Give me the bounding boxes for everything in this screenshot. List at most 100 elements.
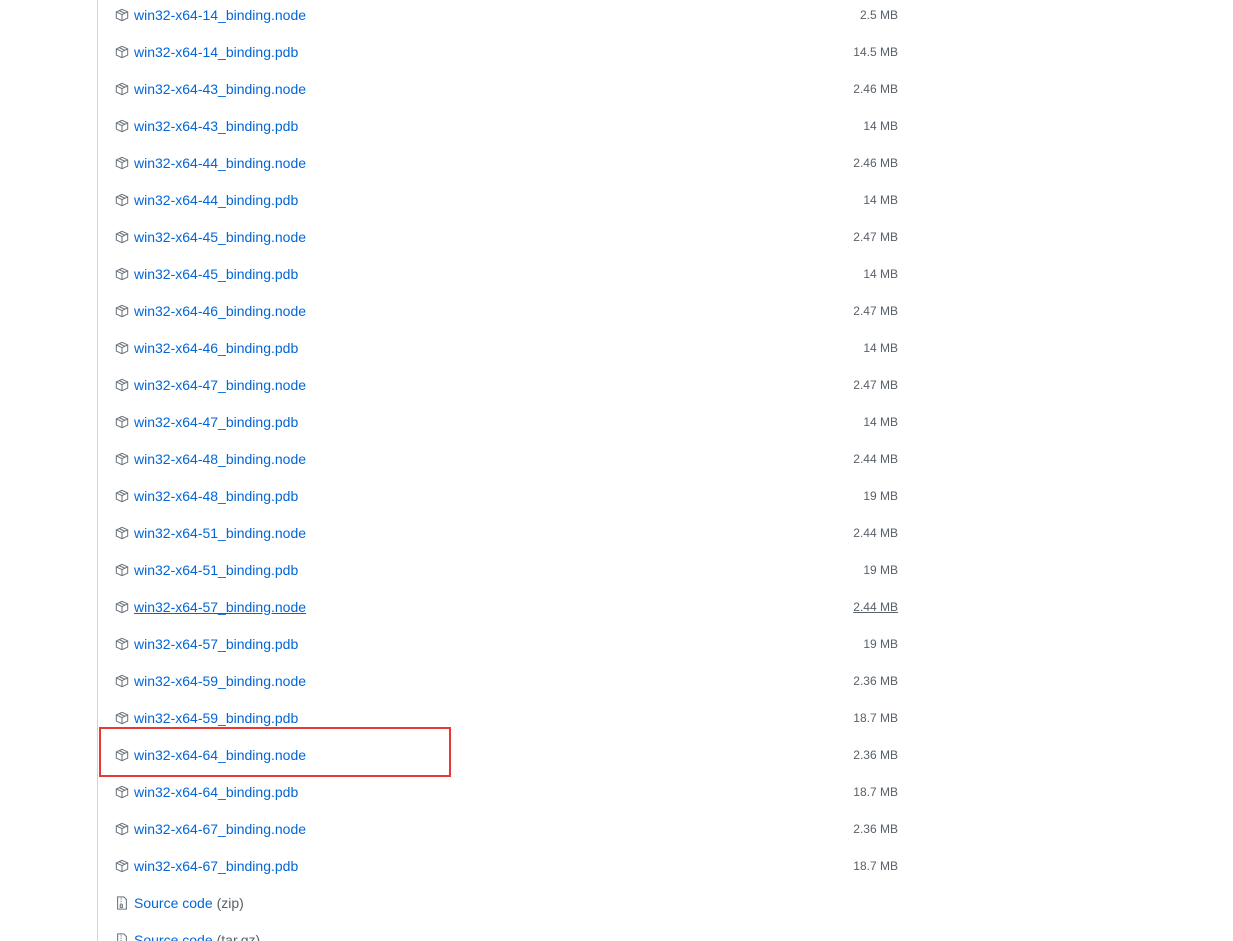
asset-name: win32-x64-46_binding.node — [134, 302, 307, 319]
asset-name: win32-x64-64_binding.node — [134, 746, 307, 763]
asset-name: win32-x64-48_binding.pdb — [134, 487, 299, 504]
asset-download-link[interactable]: win32-x64-59_binding.pdb — [114, 710, 298, 726]
asset-download-link[interactable]: win32-x64-14_binding.node — [114, 7, 306, 23]
asset-name: win32-x64-14_binding.node — [134, 6, 307, 23]
asset-name: win32-x64-51_binding.pdb — [134, 561, 299, 578]
asset-download-link[interactable]: win32-x64-67_binding.node — [114, 821, 306, 837]
asset-row: win32-x64-59_binding.node 2.36 MB — [114, 662, 898, 699]
asset-download-link[interactable]: win32-x64-47_binding.pdb — [114, 414, 298, 430]
package-icon — [114, 414, 130, 430]
package-icon — [114, 747, 130, 763]
asset-size: 2.47 MB — [853, 229, 898, 244]
package-icon — [114, 562, 130, 578]
source-code-row: Source code (zip) — [114, 884, 898, 921]
asset-download-link[interactable]: win32-x64-64_binding.pdb — [114, 784, 298, 800]
asset-size: 19 MB — [863, 488, 898, 503]
asset-size: 19 MB — [863, 562, 898, 577]
asset-download-link[interactable]: win32-x64-48_binding.node — [114, 451, 306, 467]
timeline-line — [97, 0, 98, 941]
asset-name: win32-x64-44_binding.node — [134, 154, 307, 171]
asset-size: 14 MB — [863, 340, 898, 355]
asset-name: win32-x64-43_binding.node — [134, 80, 307, 97]
asset-size: 2.36 MB — [853, 747, 898, 762]
assets-list: win32-x64-14_binding.node 2.5 MB win32-x… — [114, 0, 898, 941]
package-icon — [114, 7, 130, 23]
package-icon — [114, 377, 130, 393]
asset-download-link[interactable]: win32-x64-47_binding.node — [114, 377, 306, 393]
asset-name: win32-x64-57_binding.node — [134, 598, 307, 615]
asset-name: win32-x64-14_binding.pdb — [134, 43, 299, 60]
asset-row: win32-x64-47_binding.pdb 14 MB — [114, 403, 898, 440]
asset-row: win32-x64-57_binding.pdb 19 MB — [114, 625, 898, 662]
asset-download-link[interactable]: win32-x64-57_binding.pdb — [114, 636, 298, 652]
asset-size: 2.36 MB — [853, 673, 898, 688]
source-code-download-link[interactable]: Source code (zip) — [114, 895, 244, 911]
asset-download-link[interactable]: win32-x64-57_binding.node — [114, 599, 306, 615]
asset-suffix: (tar.gz) — [216, 931, 261, 941]
asset-row: win32-x64-45_binding.node 2.47 MB — [114, 218, 898, 255]
file-zip-icon — [114, 932, 130, 941]
package-icon — [114, 636, 130, 652]
asset-download-link[interactable]: win32-x64-43_binding.node — [114, 81, 306, 97]
package-icon — [114, 118, 130, 134]
asset-size: 18.7 MB — [853, 710, 898, 725]
package-icon — [114, 81, 130, 97]
file-zip-icon — [114, 895, 130, 911]
asset-download-link[interactable]: win32-x64-46_binding.node — [114, 303, 306, 319]
asset-download-link[interactable]: win32-x64-44_binding.node — [114, 155, 306, 171]
package-icon — [114, 451, 130, 467]
asset-download-link[interactable]: win32-x64-51_binding.pdb — [114, 562, 298, 578]
asset-download-link[interactable]: win32-x64-51_binding.node — [114, 525, 306, 541]
asset-row: win32-x64-43_binding.pdb 14 MB — [114, 107, 898, 144]
asset-download-link[interactable]: win32-x64-45_binding.pdb — [114, 266, 298, 282]
asset-row: win32-x64-14_binding.pdb 14.5 MB — [114, 33, 898, 70]
asset-row: win32-x64-45_binding.pdb 14 MB — [114, 255, 898, 292]
asset-download-link[interactable]: win32-x64-48_binding.pdb — [114, 488, 298, 504]
asset-name: Source code — [134, 931, 213, 941]
package-icon — [114, 266, 130, 282]
package-icon — [114, 488, 130, 504]
asset-name: win32-x64-43_binding.pdb — [134, 117, 299, 134]
asset-size: 19 MB — [863, 636, 898, 651]
asset-download-link[interactable]: win32-x64-64_binding.node — [114, 747, 306, 763]
asset-row: win32-x64-44_binding.pdb 14 MB — [114, 181, 898, 218]
asset-row: win32-x64-48_binding.node 2.44 MB — [114, 440, 898, 477]
asset-name: win32-x64-67_binding.pdb — [134, 857, 299, 874]
package-icon — [114, 784, 130, 800]
asset-row: win32-x64-64_binding.pdb 18.7 MB — [114, 773, 898, 810]
asset-download-link[interactable]: win32-x64-44_binding.pdb — [114, 192, 298, 208]
asset-size: 2.44 MB — [853, 525, 898, 540]
asset-row: win32-x64-46_binding.pdb 14 MB — [114, 329, 898, 366]
asset-row: win32-x64-67_binding.node 2.36 MB — [114, 810, 898, 847]
asset-row: win32-x64-14_binding.node 2.5 MB — [114, 0, 898, 33]
asset-row: win32-x64-48_binding.pdb 19 MB — [114, 477, 898, 514]
asset-size: 2.47 MB — [853, 377, 898, 392]
asset-size: 2.46 MB — [853, 155, 898, 170]
asset-download-link[interactable]: win32-x64-46_binding.pdb — [114, 340, 298, 356]
asset-name: Source code — [134, 894, 213, 911]
package-icon — [114, 303, 130, 319]
asset-download-link[interactable]: win32-x64-59_binding.node — [114, 673, 306, 689]
asset-size: 2.5 MB — [859, 7, 898, 22]
package-icon — [114, 44, 130, 60]
asset-row: win32-x64-57_binding.node 2.44 MB — [114, 588, 898, 625]
source-code-download-link[interactable]: Source code (tar.gz) — [114, 932, 260, 941]
asset-suffix: (zip) — [216, 894, 244, 911]
asset-name: win32-x64-45_binding.node — [134, 228, 307, 245]
asset-row: win32-x64-44_binding.node 2.46 MB — [114, 144, 898, 181]
asset-name: win32-x64-47_binding.pdb — [134, 413, 299, 430]
asset-name: win32-x64-59_binding.pdb — [134, 709, 299, 726]
asset-row: win32-x64-51_binding.pdb 19 MB — [114, 551, 898, 588]
asset-name: win32-x64-45_binding.pdb — [134, 265, 299, 282]
release-assets-page: win32-x64-14_binding.node 2.5 MB win32-x… — [0, 0, 1233, 941]
asset-row: win32-x64-51_binding.node 2.44 MB — [114, 514, 898, 551]
asset-size: 2.46 MB — [853, 81, 898, 96]
asset-size: 2.36 MB — [853, 821, 898, 836]
asset-download-link[interactable]: win32-x64-45_binding.node — [114, 229, 306, 245]
asset-name: win32-x64-46_binding.pdb — [134, 339, 299, 356]
package-icon — [114, 710, 130, 726]
asset-row: win32-x64-59_binding.pdb 18.7 MB — [114, 699, 898, 736]
asset-download-link[interactable]: win32-x64-67_binding.pdb — [114, 858, 298, 874]
asset-download-link[interactable]: win32-x64-43_binding.pdb — [114, 118, 298, 134]
asset-download-link[interactable]: win32-x64-14_binding.pdb — [114, 44, 298, 60]
